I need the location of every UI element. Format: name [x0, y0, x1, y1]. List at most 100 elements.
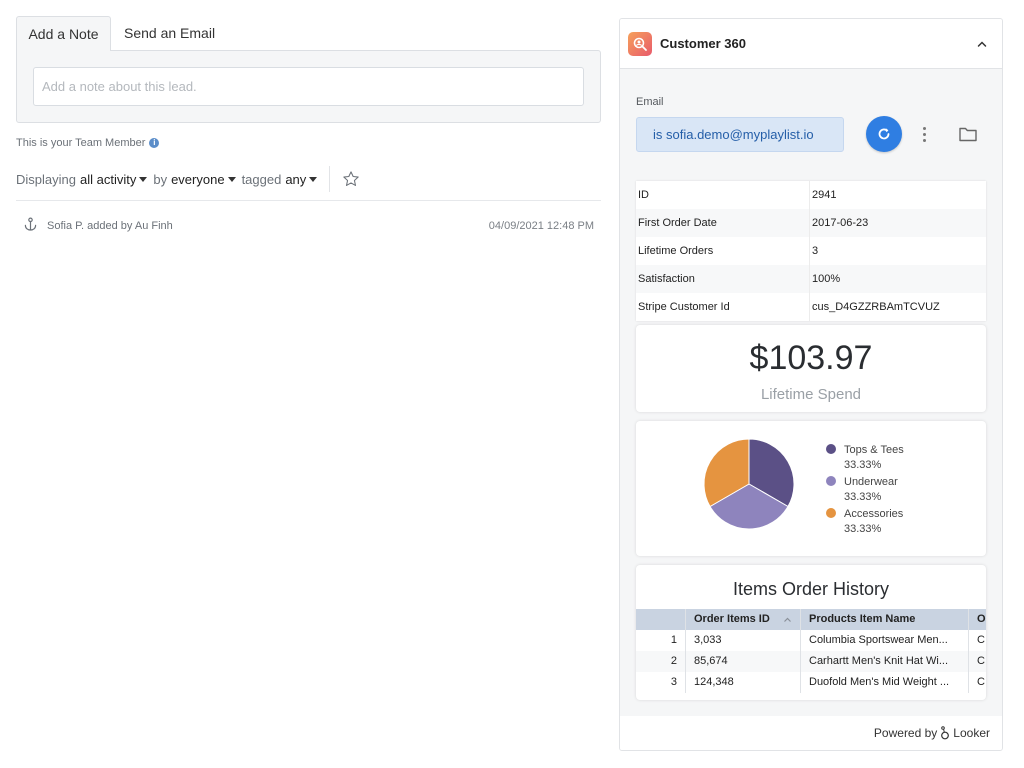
lifetime-spend-value: $103.97 [749, 339, 873, 377]
caret-down-icon [139, 177, 148, 183]
displaying-label: Displaying [16, 171, 76, 187]
customer-info-table: ID 2941 First Order Date 2017-06-23 Lifeti… [636, 181, 986, 321]
info-key: ID [636, 181, 810, 209]
tag-filter-value: any [285, 171, 307, 187]
info-key: First Order Date [636, 209, 810, 237]
column-header-order-items-id[interactable]: Order Items ID [686, 609, 801, 630]
column-header-truncated[interactable]: O [969, 609, 986, 630]
refresh-button[interactable] [866, 116, 902, 152]
looker-label: Looker [953, 726, 990, 740]
legend-label: Underwear [844, 476, 898, 488]
row-index: 3 [636, 672, 686, 693]
note-input[interactable] [33, 67, 584, 106]
truncated-cell: C [977, 676, 985, 688]
row-index: 1 [636, 630, 686, 651]
product-name: Carhartt Men's Knit Hat Wi... [801, 651, 969, 672]
info-key: Satisfaction [636, 265, 810, 293]
note-panel [16, 50, 601, 123]
activity-filters: Displaying all activity by everyone tagg… [16, 166, 362, 192]
info-value: cus_D4GZZRBAmTCVUZ [812, 301, 940, 313]
order-item-id: 124,348 [686, 672, 801, 693]
team-member-label: This is your Team Member [16, 137, 146, 149]
table-row: 1 3,033 Columbia Sportswear Men... C [636, 630, 986, 651]
column-header-products-item-name[interactable]: Products Item Name [801, 609, 969, 630]
divider [329, 166, 331, 192]
info-value: 100% [812, 273, 841, 285]
order-item-id: 85,674 [686, 651, 801, 672]
refresh-icon [878, 128, 890, 140]
tagged-label: tagged [241, 171, 282, 187]
customer-360-logo-icon [628, 32, 652, 56]
activity-item: Sofia P. added by Au Finh 04/09/2021 12:… [22, 215, 594, 237]
pie-legend: Tops & Tees 33.33% Underwear 33.33% Accessor… [826, 443, 904, 539]
table-header: Order Items ID Products Item Name O [636, 609, 986, 630]
order-history-card: Items Order History Order Items ID Produ… [636, 565, 986, 700]
table-row: Lifetime Orders 3 [636, 237, 986, 265]
powered-by-looker: Powered by Looker [874, 726, 990, 740]
email-label: Email [636, 96, 664, 108]
powered-by-label: Powered by [873, 726, 938, 740]
legend-item[interactable]: Accessories 33.33% [826, 507, 904, 537]
sort-ascending-icon[interactable] [783, 615, 792, 624]
truncated-cell: C [977, 655, 985, 667]
lifetime-spend-label: Lifetime Spend [760, 386, 862, 403]
legend-swatch [826, 508, 836, 518]
legend-percent: 33.33% [844, 523, 882, 535]
panel-title: Customer 360 [660, 36, 746, 51]
info-value: 2017-06-23 [812, 217, 869, 229]
table-row: 2 85,674 Carhartt Men's Knit Hat Wi... C [636, 651, 986, 672]
info-value: 3 [812, 245, 819, 257]
table-row: Satisfaction 100% [636, 265, 986, 293]
user-filter-dropdown[interactable]: everyone [171, 172, 241, 187]
activity-timestamp: 04/09/2021 12:48 PM [488, 220, 594, 232]
tab-send-email[interactable]: Send an Email [124, 16, 224, 51]
info-key: Stripe Customer Id [636, 293, 810, 321]
table-row: ID 2941 [636, 181, 986, 209]
user-filter-value: everyone [171, 171, 225, 187]
table-row: Stripe Customer Id cus_D4GZZRBAmTCVUZ [636, 293, 986, 321]
legend-item[interactable]: Tops & Tees 33.33% [826, 443, 904, 473]
order-history-title: Items Order History [732, 579, 890, 599]
team-member-note: This is your Team Member i [16, 137, 160, 149]
activity-filter-dropdown[interactable]: all activity [80, 172, 153, 187]
legend-label: Accessories [844, 508, 904, 520]
pie-chart [703, 438, 795, 530]
legend-swatch [826, 476, 836, 486]
composer: Add a Note Send an Email [16, 16, 601, 123]
legend-item[interactable]: Underwear 33.33% [826, 475, 904, 505]
by-label: by [153, 171, 168, 187]
activity-filter-value: all activity [79, 171, 137, 187]
more-options-icon[interactable] [916, 124, 932, 144]
order-history-table: Order Items ID Products Item Name O 1 3,… [636, 609, 986, 693]
lifetime-spend-card: $103.97 Lifetime Spend [636, 325, 986, 412]
caret-down-icon [309, 177, 318, 183]
info-key: Lifetime Orders [636, 237, 810, 265]
table-row: First Order Date 2017-06-23 [636, 209, 986, 237]
anchor-icon [22, 216, 39, 236]
chevron-up-icon[interactable] [976, 38, 988, 50]
column-label: Order Items ID [694, 613, 770, 625]
legend-percent: 33.33% [844, 459, 882, 471]
legend-label: Tops & Tees [844, 444, 904, 456]
table-row: 3 124,348 Duofold Men's Mid Weight ... C [636, 672, 986, 693]
category-pie-card: Tops & Tees 33.33% Underwear 33.33% Accessor… [636, 421, 986, 556]
index-column-header [636, 609, 686, 630]
info-icon[interactable]: i [149, 138, 160, 148]
info-value: 2941 [812, 189, 837, 201]
folder-icon[interactable] [958, 125, 978, 143]
product-name: Columbia Sportswear Men... [801, 630, 969, 651]
legend-swatch [826, 444, 836, 454]
divider [16, 200, 601, 201]
tag-filter-dropdown[interactable]: any [285, 172, 323, 187]
panel-header: Customer 360 [620, 19, 1002, 69]
row-index: 2 [636, 651, 686, 672]
looker-logo-icon [941, 726, 950, 740]
caret-down-icon [227, 177, 236, 183]
customer-360-panel: Customer 360 Email is sofia.demo@myplayl… [619, 18, 1003, 751]
tab-add-note[interactable]: Add a Note [16, 16, 111, 51]
legend-percent: 33.33% [844, 491, 882, 503]
star-icon[interactable] [340, 168, 362, 190]
order-item-id: 3,033 [686, 630, 801, 651]
email-selector[interactable]: is sofia.demo@myplaylist.io [636, 117, 844, 152]
truncated-cell: C [977, 634, 985, 646]
